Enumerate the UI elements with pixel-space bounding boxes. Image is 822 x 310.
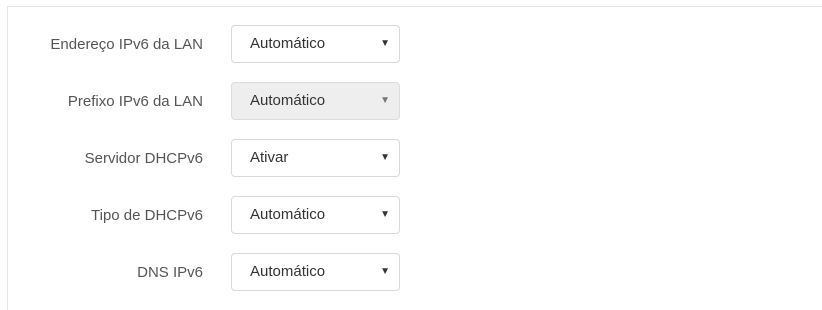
lan-ipv6-address-select[interactable]: Automático ▼ xyxy=(231,25,400,63)
dhcpv6-type-label: Tipo de DHCPv6 xyxy=(91,207,203,224)
chevron-down-icon: ▼ xyxy=(380,38,390,49)
ipv6-lan-settings-panel: Endereço IPv6 da LAN Automático ▼ Prefix… xyxy=(7,6,822,310)
row-dhcpv6-type: Tipo de DHCPv6 Automático ▼ xyxy=(8,196,508,236)
row-dhcpv6-server: Servidor DHCPv6 Ativar ▼ xyxy=(8,139,508,179)
dns-ipv6-value: Automático xyxy=(250,263,326,280)
dhcpv6-server-value: Ativar xyxy=(250,149,289,166)
row-lan-ipv6-address: Endereço IPv6 da LAN Automático ▼ xyxy=(8,25,508,65)
dhcpv6-type-select[interactable]: Automático ▼ xyxy=(231,196,400,234)
row-lan-ipv6-prefix: Prefixo IPv6 da LAN Automático ▼ xyxy=(8,82,508,122)
chevron-down-icon: ▼ xyxy=(380,209,390,220)
dns-ipv6-select[interactable]: Automático ▼ xyxy=(231,253,400,291)
dhcpv6-server-label: Servidor DHCPv6 xyxy=(84,150,203,167)
lan-ipv6-address-label: Endereço IPv6 da LAN xyxy=(50,36,203,53)
lan-ipv6-prefix-label: Prefixo IPv6 da LAN xyxy=(67,93,203,110)
chevron-down-icon: ▼ xyxy=(380,95,390,106)
dhcpv6-type-value: Automático xyxy=(250,206,326,223)
chevron-down-icon: ▼ xyxy=(380,152,390,163)
lan-ipv6-address-value: Automático xyxy=(250,35,326,52)
dns-ipv6-label: DNS IPv6 xyxy=(137,264,203,281)
row-dns-ipv6: DNS IPv6 Automático ▼ xyxy=(8,253,508,293)
lan-ipv6-prefix-value: Automático xyxy=(250,92,326,109)
dhcpv6-server-select[interactable]: Ativar ▼ xyxy=(231,139,400,177)
chevron-down-icon: ▼ xyxy=(380,266,390,277)
lan-ipv6-prefix-select: Automático ▼ xyxy=(231,82,400,120)
